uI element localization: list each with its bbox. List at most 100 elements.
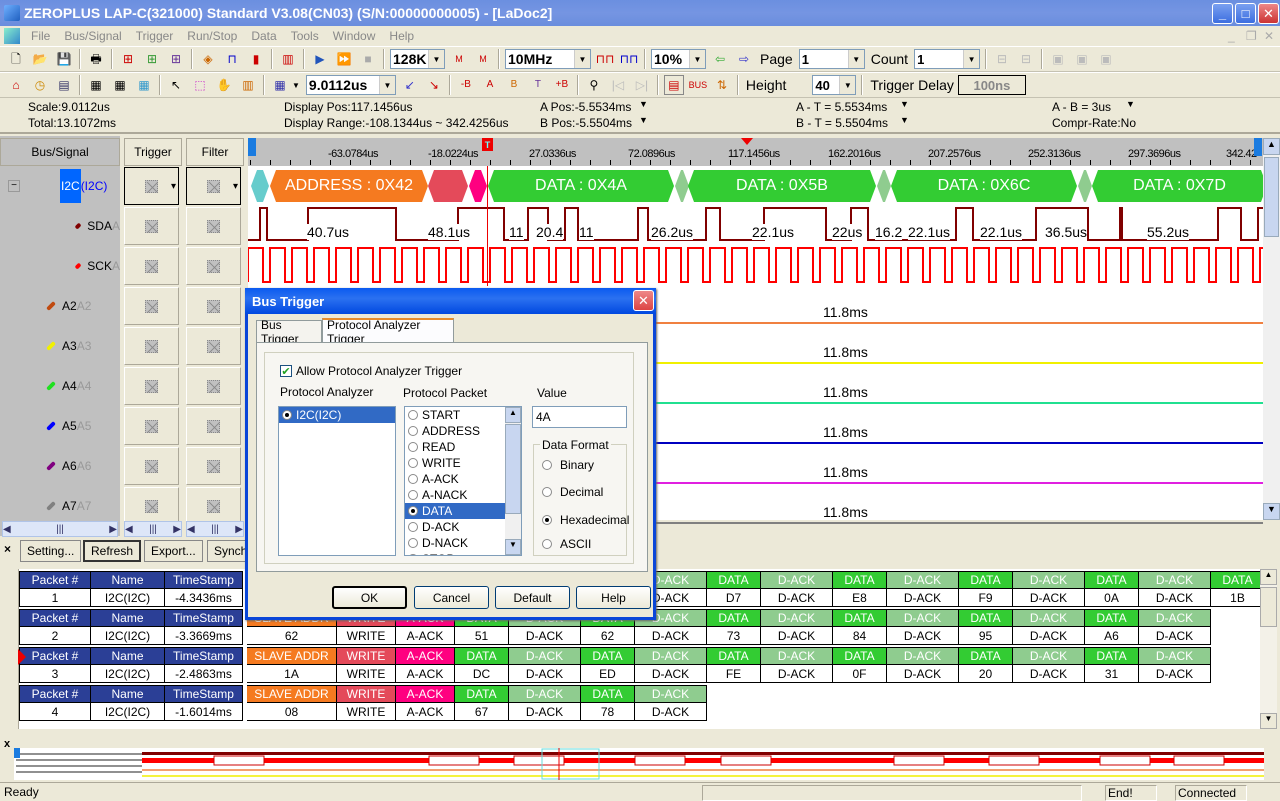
- bar-t-icon[interactable]: T: [528, 75, 548, 95]
- chevron-down-icon[interactable]: ▾: [233, 181, 238, 192]
- packet-list-scrollbar[interactable]: ▲ ▼: [505, 407, 521, 555]
- trigger-marker[interactable]: T: [482, 138, 493, 151]
- chevron-down-icon[interactable]: ▼: [639, 115, 648, 125]
- default-button[interactable]: Default: [495, 586, 570, 609]
- prev-trigger-icon[interactable]: ⇦: [710, 49, 730, 69]
- clock-blue-icon[interactable]: ⊓⊓: [619, 49, 639, 69]
- trigger-cell[interactable]: [124, 447, 179, 485]
- bar-minus-icon[interactable]: -B: [456, 75, 476, 95]
- signal-row-a2[interactable]: A2 A2: [0, 286, 120, 326]
- trigger-cell[interactable]: [124, 287, 179, 325]
- refresh-button[interactable]: Refresh: [83, 540, 142, 562]
- close-overview-icon[interactable]: x: [4, 738, 10, 750]
- chevron-down-icon[interactable]: ▼: [378, 76, 395, 94]
- trigger-cell[interactable]: [124, 407, 179, 445]
- bus-signal-header[interactable]: Bus/Signal: [0, 138, 120, 166]
- chevron-down-icon[interactable]: ▼: [428, 50, 444, 68]
- end-marker-icon[interactable]: [1254, 138, 1262, 156]
- chevron-down-icon[interactable]: ▼: [292, 81, 300, 90]
- waveform-view-icon[interactable]: ▦: [86, 75, 106, 95]
- bus-property-icon[interactable]: ⊞: [118, 49, 138, 69]
- open-folder-icon[interactable]: 📂: [30, 49, 50, 69]
- bus-decode-segment[interactable]: ADDRESS : 0X42: [270, 170, 428, 202]
- bus-edit-icon[interactable]: ⊞: [142, 49, 162, 69]
- signal-row-a4[interactable]: A4 A4: [0, 366, 120, 406]
- bus-filter-icon[interactable]: ⊞: [166, 49, 186, 69]
- list-view-icon[interactable]: ▦: [134, 75, 154, 95]
- memory-icon[interactable]: ▥: [278, 49, 298, 69]
- copy2-icon[interactable]: ▣: [1072, 49, 1092, 69]
- bar-a-icon[interactable]: A: [480, 75, 500, 95]
- menu-bus-signal[interactable]: Bus/Signal: [57, 29, 128, 43]
- memory-expand-icon[interactable]: M: [473, 49, 493, 69]
- run-repeat-icon[interactable]: ⏩: [334, 49, 354, 69]
- home-icon[interactable]: ⌂: [6, 75, 26, 95]
- filter-cell[interactable]: [186, 447, 241, 485]
- page-select[interactable]: 1 ▼: [798, 49, 865, 69]
- chevron-down-icon[interactable]: ▼: [963, 50, 980, 68]
- chevron-down-icon[interactable]: ▼: [689, 50, 705, 68]
- bus-decode-segment[interactable]: DATA : 0X5B: [688, 170, 876, 202]
- copy-icon[interactable]: ▣: [1048, 49, 1068, 69]
- filter-cell[interactable]: [186, 327, 241, 365]
- bus-decode-segment[interactable]: DATA : 0X4A: [488, 170, 674, 202]
- filter-header[interactable]: Filter: [186, 138, 244, 166]
- bus-decode-segment[interactable]: DATA : 0X6C: [891, 170, 1077, 202]
- count-select[interactable]: 1 ▼: [914, 49, 981, 69]
- maximize-button[interactable]: □: [1235, 3, 1256, 24]
- menu-tools[interactable]: Tools: [284, 29, 326, 43]
- mdi-close-icon[interactable]: ✕: [1264, 29, 1274, 43]
- trigger-cell[interactable]: ▾: [124, 167, 179, 205]
- packet-option-write[interactable]: WRITE: [405, 455, 505, 471]
- chevron-down-icon[interactable]: ▾: [171, 181, 176, 192]
- scale-select[interactable]: 9.0112us ▼: [305, 75, 396, 95]
- filter-cell[interactable]: [186, 487, 241, 525]
- packet-option-a-ack[interactable]: A-ACK: [405, 471, 505, 487]
- trigger-cell[interactable]: [124, 247, 179, 285]
- protocol-analyzer-list[interactable]: I2C(I2C): [278, 406, 396, 556]
- trigger-cell[interactable]: [124, 207, 179, 245]
- sample-rate-select[interactable]: 10MHz ▼: [505, 49, 591, 69]
- pointer-icon[interactable]: ↖: [166, 75, 186, 95]
- packet-option-data[interactable]: DATA: [405, 503, 505, 519]
- memory-compress-icon[interactable]: M: [449, 49, 469, 69]
- memory-depth-select[interactable]: 128K ▼: [390, 49, 445, 69]
- tab-bus-trigger[interactable]: Bus Trigger: [256, 318, 322, 346]
- print-icon[interactable]: 🖶: [86, 49, 106, 69]
- filter-cell[interactable]: [186, 207, 241, 245]
- chevron-down-icon[interactable]: ▼: [574, 50, 590, 68]
- packet-option-address[interactable]: ADDRESS: [405, 423, 505, 439]
- filter-cell[interactable]: [186, 247, 241, 285]
- frequency-icon[interactable]: ▤: [54, 75, 74, 95]
- format-radio-ascii[interactable]: ASCII: [542, 537, 591, 551]
- trigger-position-select[interactable]: 10% ▼: [651, 49, 706, 69]
- close-button[interactable]: ✕: [1258, 3, 1279, 24]
- hand-icon[interactable]: ✋: [214, 75, 234, 95]
- bus-decode-segment[interactable]: [428, 170, 468, 202]
- packet-option-stop[interactable]: STOP: [405, 551, 505, 555]
- overview-waveform[interactable]: [14, 748, 1264, 780]
- chevron-down-icon[interactable]: ▼: [847, 50, 864, 68]
- tab-protocol-analyzer-trigger[interactable]: Protocol Analyzer Trigger: [322, 318, 454, 346]
- trigger-cell[interactable]: [124, 327, 179, 365]
- ok-button[interactable]: OK: [332, 586, 407, 609]
- dialog-close-button[interactable]: ✕: [633, 290, 654, 311]
- signal-row-i2c[interactable]: − I2C (I2C): [0, 166, 120, 206]
- filter-cell[interactable]: [186, 287, 241, 325]
- chevron-down-icon[interactable]: ▼: [900, 115, 909, 125]
- menu-trigger[interactable]: Trigger: [129, 29, 181, 43]
- run-icon[interactable]: ▶: [310, 49, 330, 69]
- mdi-restore-icon[interactable]: ❐: [1246, 29, 1257, 43]
- packet-row[interactable]: Packet #4 Name I2C(I2C) TimeStamp -1.6014ms S…: [19, 685, 707, 721]
- bus-icon[interactable]: BUS: [688, 75, 708, 95]
- scale-icon[interactable]: ▦: [270, 75, 290, 95]
- stop-icon[interactable]: ■: [358, 49, 378, 69]
- filter-cell[interactable]: [186, 407, 241, 445]
- search-binoculars-icon[interactable]: ⚲: [584, 75, 604, 95]
- packet-row[interactable]: Packet #3 Name I2C(I2C) TimeStamp -2.4863ms S…: [19, 647, 1211, 683]
- packet-option-start[interactable]: START: [405, 407, 505, 423]
- trigger-setting-icon[interactable]: ◈: [198, 49, 218, 69]
- trigger-delay-button[interactable]: 100ns: [957, 75, 1026, 95]
- chevron-down-icon[interactable]: ▼: [839, 76, 856, 94]
- zoom-select-icon[interactable]: ⬚: [190, 75, 210, 95]
